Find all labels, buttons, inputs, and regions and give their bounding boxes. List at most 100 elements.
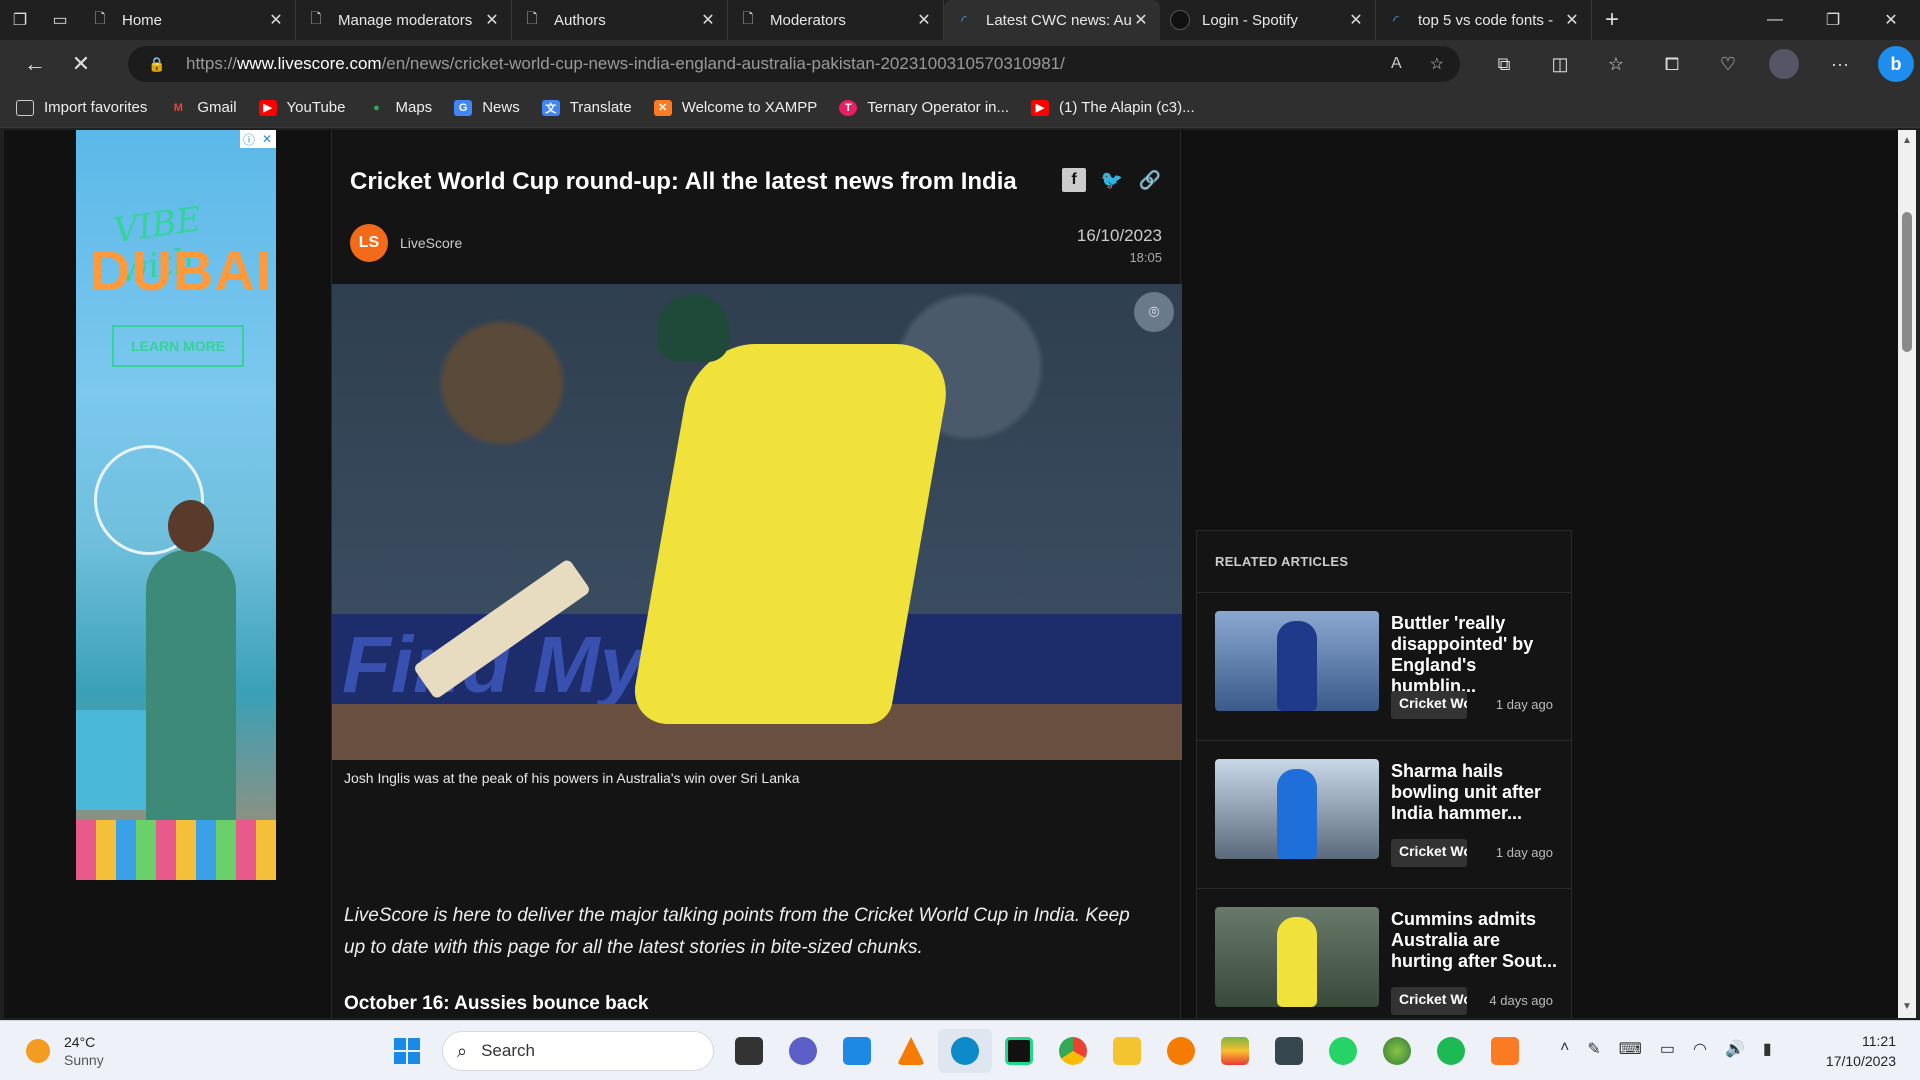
spotify-icon[interactable]: [1424, 1029, 1478, 1073]
taskbar-search[interactable]: ⌕ Search: [442, 1031, 714, 1071]
display-icon[interactable]: ▭: [1660, 1039, 1675, 1059]
ad-info-icon[interactable]: ⓘ: [240, 130, 258, 148]
xampp-icon[interactable]: [1478, 1029, 1532, 1073]
favorite-xampp[interactable]: ✕ Welcome to XAMPP: [653, 99, 817, 116]
related-item[interactable]: Cummins admits Australia are hurting aft…: [1197, 889, 1571, 1018]
calculator-icon[interactable]: [1262, 1029, 1316, 1073]
chevron-up-icon[interactable]: ˄: [1560, 1039, 1569, 1059]
tab-vscode-fonts[interactable]: ◜ top 5 vs code fonts - ✕: [1376, 0, 1592, 40]
minimize-icon[interactable]: —: [1746, 0, 1804, 40]
browser-essentials-icon[interactable]: ♡: [1700, 40, 1756, 88]
scroll-up-arrow-icon[interactable]: ▲: [1898, 132, 1916, 150]
related-thumbnail[interactable]: [1215, 759, 1379, 859]
twitter-icon[interactable]: 🐦: [1100, 168, 1124, 192]
close-tab-icon[interactable]: ✕: [1132, 10, 1150, 30]
ad-learn-more-button[interactable]: LEARN MORE: [112, 325, 244, 367]
whatsapp-icon[interactable]: [1316, 1029, 1370, 1073]
tab-authors[interactable]: 🗋 Authors ✕: [512, 0, 728, 40]
related-tag[interactable]: Cricket World Cup: [1391, 839, 1467, 867]
restore-icon[interactable]: ❐: [1804, 0, 1862, 40]
extensions-icon[interactable]: ⧉: [1476, 40, 1532, 88]
lock-icon[interactable]: 🔒: [148, 56, 168, 73]
vertical-tabs-icon[interactable]: ▭: [40, 0, 80, 40]
favorite-ternary[interactable]: T Ternary Operator in...: [839, 99, 1009, 116]
keyboard-icon[interactable]: ⌨: [1619, 1039, 1642, 1059]
related-tag[interactable]: Cricket World Cup: [1391, 987, 1467, 1015]
globe-app-icon[interactable]: [1370, 1029, 1424, 1073]
close-tab-icon[interactable]: ✕: [1347, 10, 1365, 30]
favorites-icon[interactable]: ☆: [1588, 40, 1644, 88]
tab-moderators[interactable]: 🗋 Moderators ✕: [728, 0, 944, 40]
helmet-graphic: [657, 294, 729, 362]
copy-link-icon[interactable]: 🔗: [1138, 168, 1162, 192]
translate-icon: 文: [541, 99, 560, 116]
workspaces-icon[interactable]: ❐: [0, 0, 40, 40]
read-aloud-icon[interactable]: A: [1391, 55, 1402, 73]
vscode-icon[interactable]: [830, 1029, 884, 1073]
close-tab-icon[interactable]: ✕: [915, 10, 933, 30]
split-screen-icon[interactable]: ◫: [1532, 40, 1588, 88]
favorite-news[interactable]: G News: [454, 99, 520, 116]
url-text[interactable]: https://www.livescore.com/en/news/cricke…: [186, 54, 1065, 74]
favorite-youtube[interactable]: ▶ YouTube: [258, 99, 346, 116]
file-explorer-icon[interactable]: [722, 1029, 776, 1073]
related-title[interactable]: Cummins admits Australia are hurting aft…: [1391, 909, 1561, 972]
tab-manage-moderators[interactable]: 🗋 Manage moderators ✕: [296, 0, 512, 40]
close-tab-icon[interactable]: ✕: [1563, 10, 1581, 30]
scroll-down-arrow-icon[interactable]: ▼: [1898, 998, 1916, 1016]
related-thumbnail[interactable]: [1215, 611, 1379, 711]
new-tab-button[interactable]: +: [1592, 0, 1632, 40]
related-item[interactable]: Buttler 'really disappointed' by England…: [1197, 593, 1571, 741]
favorite-label: (1) The Alapin (c3)...: [1059, 99, 1195, 116]
related-tag[interactable]: Cricket World Cup: [1391, 691, 1467, 719]
visual-search-icon[interactable]: ⌾: [1134, 292, 1174, 332]
favorite-star-icon[interactable]: ☆: [1430, 54, 1444, 74]
close-tab-icon[interactable]: ✕: [267, 10, 285, 30]
related-thumbnail[interactable]: [1215, 907, 1379, 1007]
pycharm-icon[interactable]: [992, 1029, 1046, 1073]
weather-condition: Sunny: [64, 1052, 104, 1068]
page-scrollbar[interactable]: ▲ ▼: [1898, 130, 1916, 1018]
related-item[interactable]: Sharma hails bowling unit after India ha…: [1197, 741, 1571, 889]
vlc-icon[interactable]: [884, 1029, 938, 1073]
scrollbar-thumb[interactable]: [1902, 212, 1912, 352]
favorite-translate[interactable]: 文 Translate: [541, 99, 632, 116]
teams-icon[interactable]: [776, 1029, 830, 1073]
magnifier-app-icon[interactable]: [1154, 1029, 1208, 1073]
folder-icon[interactable]: [1100, 1029, 1154, 1073]
bing-copilot-icon[interactable]: b: [1878, 46, 1914, 82]
favorite-maps[interactable]: ● Maps: [368, 99, 432, 116]
battery-icon[interactable]: ▮: [1763, 1039, 1772, 1059]
favorite-import[interactable]: Import favorites: [16, 99, 147, 116]
settings-more-icon[interactable]: ···: [1812, 40, 1868, 88]
spotify-icon: [1170, 10, 1190, 30]
tab-latest-cwc-news[interactable]: ◜ Latest CWC news: Au ✕: [944, 0, 1160, 40]
collections-icon[interactable]: ⧠: [1644, 40, 1700, 88]
close-tab-icon[interactable]: ✕: [483, 10, 501, 30]
close-tab-icon[interactable]: ✕: [699, 10, 717, 30]
chrome-icon[interactable]: [1046, 1029, 1100, 1073]
tab-title: top 5 vs code fonts -: [1418, 11, 1554, 29]
dubai-advert[interactable]: ⓘ ✕ VIBE with DUBAI LEARN MORE: [76, 130, 276, 880]
close-window-icon[interactable]: ✕: [1862, 0, 1920, 40]
tab-spotify-login[interactable]: Login - Spotify ✕: [1160, 0, 1376, 40]
related-title[interactable]: Buttler 'really disappointed' by England…: [1391, 613, 1561, 697]
back-arrow-icon[interactable]: ←: [12, 44, 58, 84]
wifi-icon[interactable]: ◠: [1693, 1039, 1707, 1059]
favorite-alapin[interactable]: ▶ (1) The Alapin (c3)...: [1031, 99, 1195, 116]
address-bar[interactable]: 🔒 https://www.livescore.com/en/news/cric…: [128, 46, 1460, 82]
start-windows-icon[interactable]: [380, 1029, 434, 1073]
bluestacks-icon[interactable]: [1208, 1029, 1262, 1073]
taskbar-clock[interactable]: 11:21 17/10/2023: [1826, 1031, 1896, 1071]
ad-close-icon[interactable]: ✕: [258, 130, 276, 148]
related-title[interactable]: Sharma hails bowling unit after India ha…: [1391, 761, 1561, 824]
profile-avatar[interactable]: [1769, 49, 1799, 79]
facebook-icon[interactable]: f: [1062, 168, 1086, 192]
stop-loading-icon[interactable]: ✕: [58, 44, 104, 84]
edge-icon[interactable]: [938, 1029, 992, 1073]
volume-icon[interactable]: 🔊: [1725, 1039, 1745, 1059]
weather-widget[interactable]: 24°C Sunny: [26, 1033, 104, 1069]
pen-icon[interactable]: ✎: [1587, 1039, 1600, 1059]
tab-home[interactable]: 🗋 Home ✕: [80, 0, 296, 40]
favorite-gmail[interactable]: M Gmail: [169, 99, 237, 116]
